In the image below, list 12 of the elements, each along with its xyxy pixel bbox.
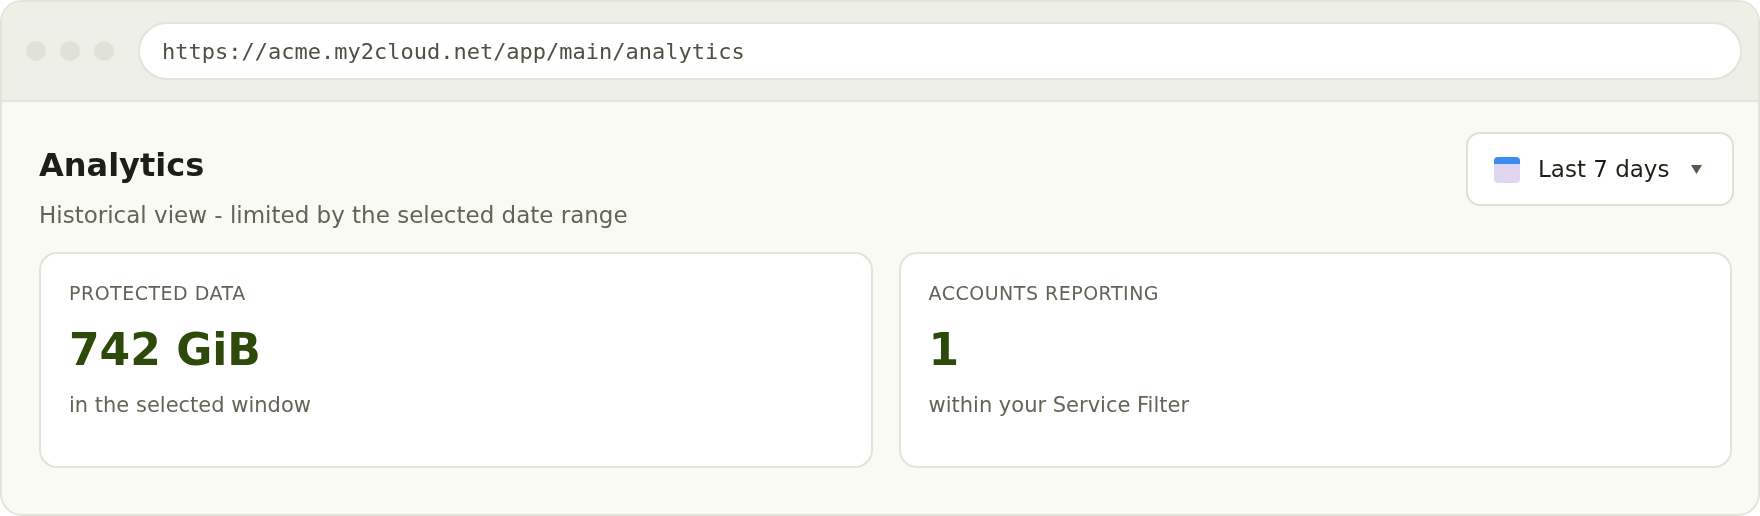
caret-icon [1691, 164, 1702, 174]
page-subtitle: Historical view - limited by the selected date range [39, 202, 628, 228]
address-bar[interactable]: https://acme.my2cloud.net/app/main/analytics [138, 22, 1742, 80]
stat-note: within your Service Filter [928, 393, 1190, 417]
date-range-dropdown[interactable]: Last 7 days [1466, 132, 1734, 206]
stat-label: ACCOUNTS REPORTING [928, 282, 1160, 304]
stat-value: 1 [928, 324, 960, 375]
stat-label: PROTECTED DATA [69, 282, 246, 304]
page-title: Analytics [39, 146, 206, 184]
calendar-icon [1494, 155, 1520, 183]
stat-value: 742 GiB [69, 324, 261, 375]
stat-note: in the selected window [69, 393, 311, 417]
